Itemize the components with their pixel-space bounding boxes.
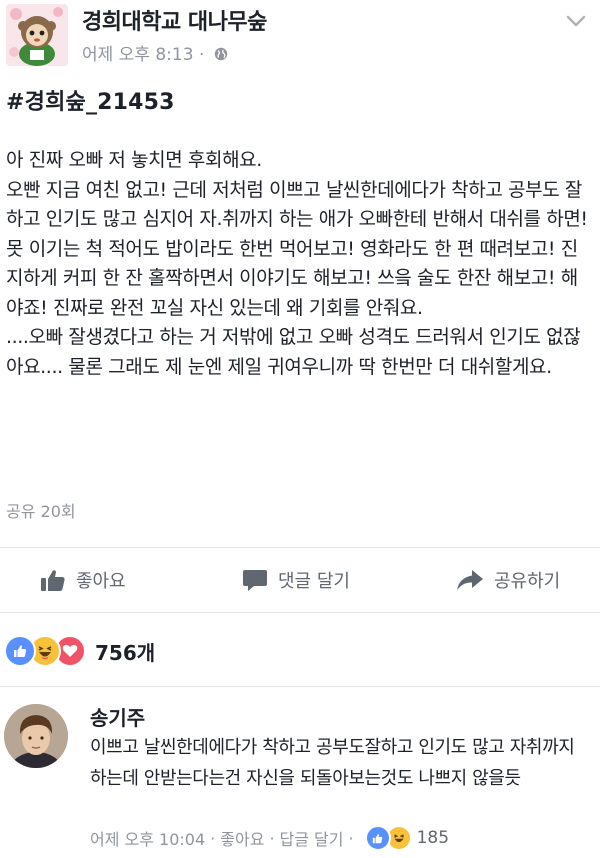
share-count[interactable]: 공유 20회	[6, 498, 76, 522]
meta-separator: ·	[198, 45, 205, 65]
thumbs-up-icon	[41, 570, 65, 591]
page-name[interactable]: 경희대학교 대나무숲	[82, 4, 267, 36]
like-icon	[4, 635, 36, 667]
post-header: 경희대학교 대나무숲 어제 오후 8:13 ·	[0, 0, 600, 70]
commenter-avatar[interactable]	[4, 704, 68, 768]
like-icon	[364, 825, 391, 851]
post-timestamp[interactable]: 어제 오후 8:13 ·	[82, 40, 228, 65]
comment-reactions[interactable]: 185	[364, 825, 450, 851]
comment-label: 댓글 달기	[278, 571, 350, 592]
post-hashtag[interactable]: #경희숲_21453	[6, 84, 175, 116]
like-button[interactable]: 좋아요	[40, 552, 126, 608]
comment-meta: 어제 오후 10:04 · 좋아요 · 답글 달기 · 185	[90, 825, 449, 851]
meta-separator: ·	[210, 828, 216, 848]
comment-button[interactable]: 댓글 달기	[242, 552, 350, 608]
share-button[interactable]: 공유하기	[456, 552, 560, 608]
reaction-summary[interactable]: 756개	[4, 635, 156, 667]
meta-separator: ·	[269, 828, 275, 848]
mascot-icon	[6, 4, 68, 66]
reaction-count: 756개	[95, 640, 156, 665]
globe-icon	[214, 47, 227, 61]
divider	[0, 686, 600, 687]
divider	[0, 612, 600, 613]
comment-time[interactable]: 어제 오후 10:04	[90, 826, 205, 850]
divider	[0, 547, 600, 548]
comment-body: 이쁘고 날씬한데에다가 착하고 공부도잘하고 인기도 많고 자취까지하는데 안받…	[90, 737, 575, 789]
share-arrow-icon	[457, 570, 483, 590]
commenter-name[interactable]: 송기주	[90, 702, 145, 731]
like-label: 좋아요	[76, 571, 126, 592]
comment-reaction-count: 185	[416, 828, 450, 848]
comment-like-link[interactable]: 좋아요	[220, 826, 264, 850]
share-label: 공유하기	[494, 571, 561, 592]
post-time[interactable]: 어제 오후 8:13	[82, 45, 194, 65]
chevron-down-icon[interactable]	[566, 14, 586, 28]
comment-icon	[243, 570, 267, 591]
person-photo-icon	[4, 704, 68, 768]
page-avatar[interactable]	[6, 4, 68, 66]
comment-reply-link[interactable]: 답글 달기	[280, 826, 344, 850]
action-bar: 좋아요 댓글 달기 공유하기	[0, 552, 600, 608]
meta-separator: ·	[348, 828, 354, 848]
post-body: 아 진짜 오빠 저 놓치면 후회해요. 오빤 지금 여친 없고! 근데 저처럼 …	[6, 149, 588, 378]
